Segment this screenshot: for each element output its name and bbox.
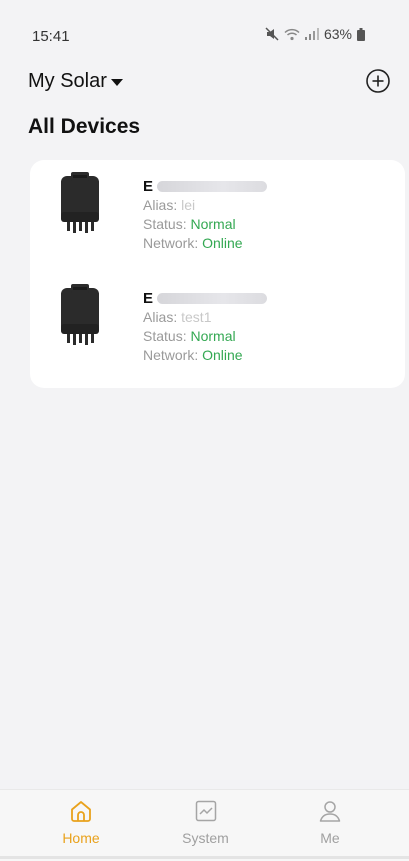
app-screen: 15:41 63% My Solar All Devices E Alias: … bbox=[0, 0, 409, 861]
alias-row: Alias: lei bbox=[143, 196, 267, 215]
status-time: 15:41 bbox=[32, 28, 70, 45]
device-id: E bbox=[143, 289, 154, 307]
tab-home-label: Home bbox=[62, 830, 100, 846]
header: My Solar bbox=[28, 68, 391, 100]
tab-me[interactable]: Me bbox=[285, 790, 375, 861]
device-item[interactable]: E Alias: test1 Status: Normal Network: O… bbox=[30, 272, 405, 384]
battery-percent: 63% bbox=[323, 26, 352, 42]
person-icon bbox=[319, 801, 341, 822]
signal-icon bbox=[304, 28, 319, 40]
network-row: Network: Online bbox=[143, 234, 267, 253]
device-id-row: E bbox=[143, 288, 268, 308]
site-selector[interactable]: My Solar bbox=[28, 70, 123, 93]
alias-label: Alias: bbox=[143, 309, 178, 325]
status-label: Status: bbox=[143, 328, 187, 344]
status-row: Status: Normal bbox=[143, 327, 267, 346]
device-id-row: E bbox=[143, 176, 268, 196]
status-row: Status: Normal bbox=[143, 215, 267, 234]
tab-system[interactable]: System bbox=[161, 790, 251, 861]
alias-value: lei bbox=[181, 197, 196, 213]
device-info: E Alias: test1 Status: Normal Network: O… bbox=[143, 288, 268, 365]
section-title: All Devices bbox=[28, 115, 141, 138]
status-value: Normal bbox=[190, 216, 236, 232]
bottom-tab-bar: Home System Me bbox=[0, 789, 409, 861]
alias-value: test1 bbox=[181, 309, 212, 325]
microinverter-icon bbox=[61, 172, 99, 233]
mute-icon bbox=[265, 27, 279, 41]
site-name: My Solar bbox=[28, 70, 107, 92]
add-device-button[interactable] bbox=[365, 68, 391, 94]
home-icon bbox=[71, 801, 91, 822]
status-indicators: 63% bbox=[265, 26, 365, 42]
chart-icon bbox=[195, 800, 216, 822]
device-item[interactable]: E Alias: lei Status: Normal Network: Onl… bbox=[30, 160, 405, 272]
tab-home[interactable]: Home bbox=[36, 790, 126, 861]
status-bar: 15:41 63% bbox=[0, 0, 409, 56]
alias-label: Alias: bbox=[143, 197, 178, 213]
device-id-redacted bbox=[157, 180, 268, 192]
device-list: E Alias: lei Status: Normal Network: Onl… bbox=[30, 160, 405, 388]
battery-icon bbox=[357, 27, 365, 41]
caret-down-icon bbox=[110, 78, 123, 86]
device-id-redacted bbox=[157, 292, 268, 304]
network-label: Network: bbox=[143, 235, 199, 251]
network-value: Online bbox=[202, 235, 243, 251]
device-info: E Alias: lei Status: Normal Network: Onl… bbox=[143, 176, 268, 253]
wifi-icon bbox=[284, 28, 300, 40]
tab-me-label: Me bbox=[320, 830, 340, 846]
network-label: Network: bbox=[143, 347, 199, 363]
microinverter-icon bbox=[61, 284, 99, 345]
home-indicator bbox=[0, 856, 409, 859]
status-value: Normal bbox=[190, 328, 236, 344]
plus-circle-icon bbox=[366, 69, 390, 93]
device-id: E bbox=[143, 177, 154, 195]
alias-row: Alias: test1 bbox=[143, 308, 267, 327]
network-value: Online bbox=[202, 347, 243, 363]
tab-system-label: System bbox=[182, 830, 229, 846]
status-label: Status: bbox=[143, 216, 187, 232]
network-row: Network: Online bbox=[143, 346, 267, 365]
